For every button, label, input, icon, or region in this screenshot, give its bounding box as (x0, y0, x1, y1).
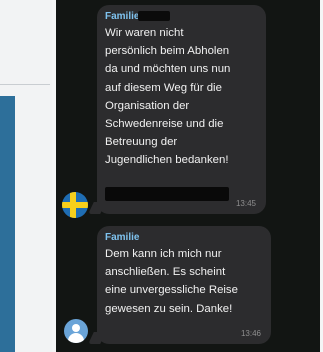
left-panel (0, 0, 52, 352)
message-text: Wir waren nicht persönlich beim Abholen … (105, 27, 231, 167)
left-accent-bar (0, 96, 15, 352)
flag-cross-vertical (70, 192, 76, 218)
sweden-flag-icon[interactable] (62, 192, 88, 218)
redacted-signature (105, 187, 229, 201)
left-divider (0, 0, 50, 85)
sender-name[interactable]: Familie (105, 232, 139, 244)
message-time: 13:46 (240, 329, 261, 338)
user-silhouette-icon[interactable] (64, 319, 88, 343)
message-bubble[interactable]: Familie Dem kann ich mich nur anschließe… (88, 226, 271, 344)
redacted-surname (138, 11, 170, 21)
message-bubble[interactable]: Familie Wir waren nicht persönlich beim … (88, 5, 266, 214)
message-time: 13:45 (235, 199, 256, 208)
sender-name[interactable]: Familie (105, 11, 139, 23)
avatar-body (68, 333, 84, 343)
message-text: Dem kann ich mich nur anschließen. Es sc… (105, 248, 238, 315)
bubble-tail (88, 332, 106, 344)
chat-view[interactable]: Familie Wir waren nicht persönlich beim … (56, 0, 320, 352)
avatar-head (72, 324, 80, 332)
bubble-tail (88, 202, 106, 214)
